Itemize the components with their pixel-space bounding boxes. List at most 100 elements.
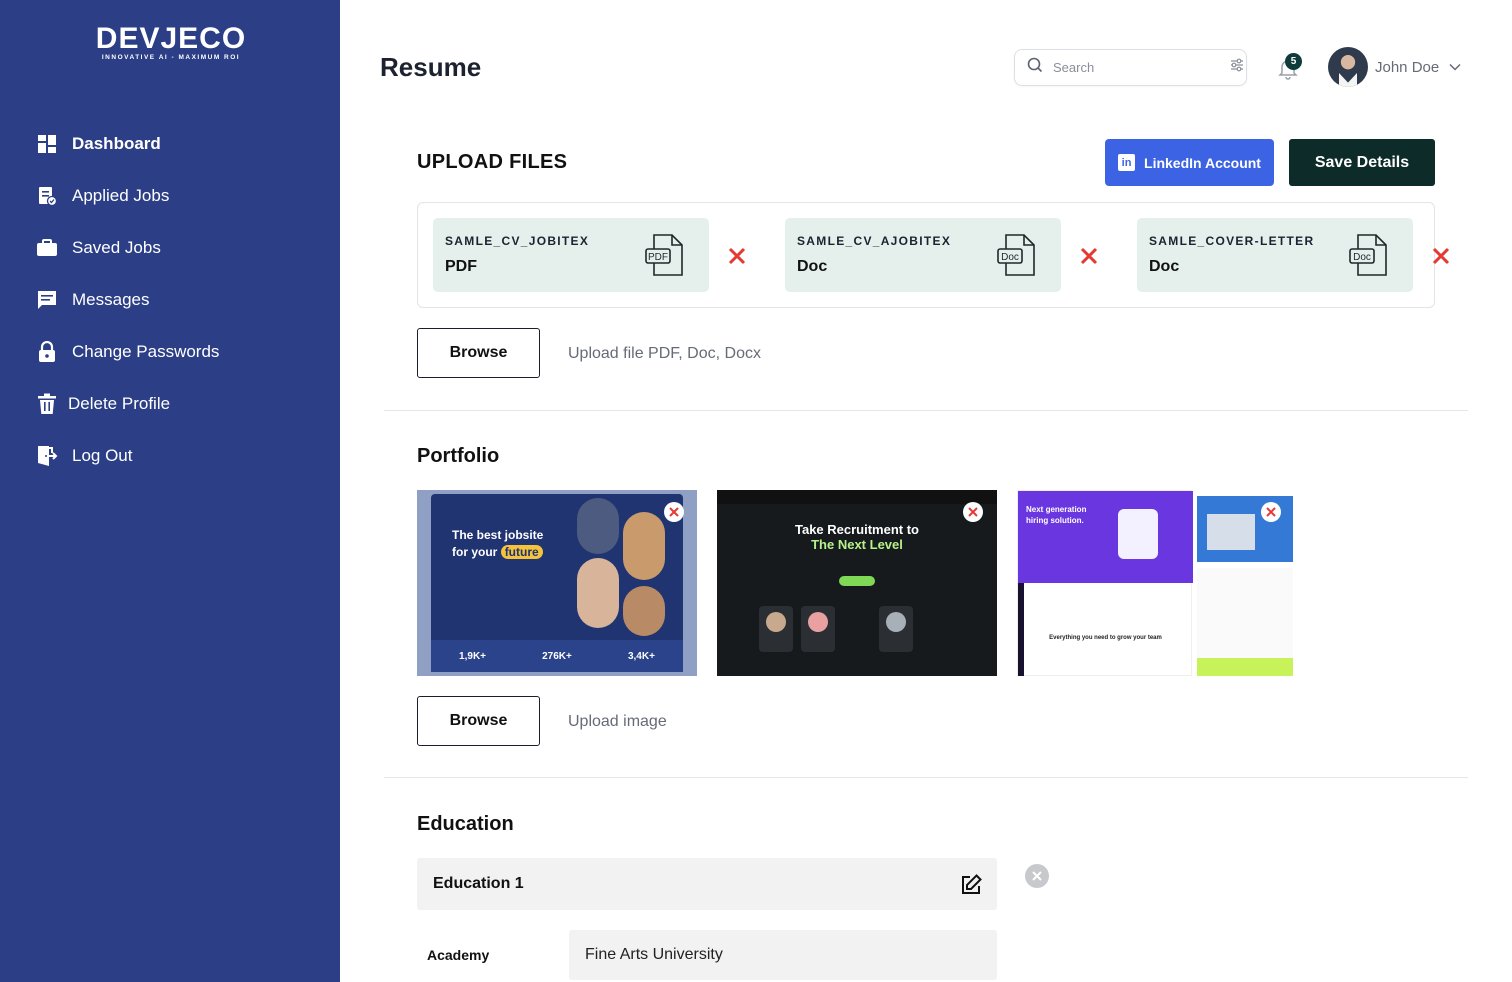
sidebar-item-dashboard[interactable]: Dashboard xyxy=(36,118,219,170)
file-type: Doc xyxy=(1149,258,1180,275)
remove-image-button[interactable] xyxy=(1261,502,1281,522)
sidebar-item-label: Change Passwords xyxy=(72,342,220,361)
search-input[interactable] xyxy=(1053,60,1229,75)
thumbnail-photo xyxy=(1207,514,1255,550)
thumbnail-headline: The best jobsite xyxy=(452,528,544,542)
briefcase-icon xyxy=(36,237,58,259)
sidebar-item-messages[interactable]: Messages xyxy=(36,274,219,326)
divider xyxy=(384,777,1468,778)
close-icon xyxy=(968,507,978,517)
linkedin-account-button[interactable]: in LinkedIn Account xyxy=(1105,139,1274,186)
academy-field[interactable] xyxy=(569,930,997,980)
file-name: SAMLE_CV_JOBITEX xyxy=(445,234,590,248)
education-entry-title: Education 1 xyxy=(433,875,524,892)
file-name: SAMLE_COVER-LETTER xyxy=(1149,234,1315,248)
browse-files-button[interactable]: Browse xyxy=(417,328,540,378)
brand-tagline: INNOVATIVE AI - MAXIMUM ROI xyxy=(101,54,241,61)
thumbnail-photo xyxy=(623,586,665,636)
linkedin-account-label: LinkedIn Account xyxy=(1144,154,1261,171)
search-icon xyxy=(1027,57,1043,78)
academy-label: Academy xyxy=(427,947,490,963)
sidebar-item-label: Messages xyxy=(72,290,150,309)
thumbnail-headline: hiring solution. xyxy=(1026,516,1084,525)
file-type: PDF xyxy=(445,258,477,275)
portfolio-thumbnail[interactable]: The best jobsite for your future 1,9K+ 2… xyxy=(417,490,697,676)
thumbnail-topbar xyxy=(717,490,997,504)
chevron-down-icon xyxy=(1449,58,1461,76)
thumbnail-photo xyxy=(577,558,619,628)
search-box[interactable] xyxy=(1014,49,1247,86)
portfolio-thumbnail[interactable]: Take Recruitment to The Next Level xyxy=(717,490,997,676)
save-details-button[interactable]: Save Details xyxy=(1289,139,1435,186)
remove-image-button[interactable] xyxy=(963,502,983,522)
svg-text:Doc: Doc xyxy=(1001,252,1019,263)
sidebar-item-saved-jobs[interactable]: Saved Jobs xyxy=(36,222,219,274)
thumbnail-preview: Next generation hiring solution. Everyth… xyxy=(1017,490,1193,676)
lock-icon xyxy=(36,341,58,363)
thumbnail-headline: The Next Level xyxy=(811,537,903,552)
remove-file-icon[interactable] xyxy=(1431,246,1451,266)
sidebar-item-label: Saved Jobs xyxy=(72,238,161,257)
file-card[interactable]: SAMLE_CV_JOBITEX PDF PDF xyxy=(433,218,709,292)
thumbnail-card xyxy=(879,606,913,652)
file-type: Doc xyxy=(797,258,828,275)
sidebar-item-delete-profile[interactable]: Delete Profile xyxy=(36,378,219,430)
browse-images-button[interactable]: Browse xyxy=(417,696,540,746)
thumbnail-edge xyxy=(1018,583,1024,676)
divider xyxy=(384,410,1468,411)
svg-text:Doc: Doc xyxy=(1353,252,1371,263)
thumbnail-photo xyxy=(577,498,619,554)
thumbnail-card xyxy=(759,606,793,652)
education-entry-header[interactable]: Education 1 xyxy=(417,858,997,910)
upload-image-hint: Upload image xyxy=(568,713,667,730)
remove-file-icon[interactable] xyxy=(1079,246,1099,266)
edit-icon[interactable] xyxy=(959,873,983,897)
file-card[interactable]: SAMLE_COVER-LETTER Doc Doc xyxy=(1137,218,1413,292)
linkedin-icon: in xyxy=(1118,154,1136,171)
thumbnail-headline: Next generation xyxy=(1026,505,1087,514)
avatar xyxy=(1328,47,1368,87)
file-card[interactable]: SAMLE_CV_AJOBITEX Doc Doc xyxy=(785,218,1061,292)
portfolio-thumbnail[interactable]: Next generation hiring solution. Everyth… xyxy=(1017,490,1293,676)
thumbnail-card xyxy=(801,606,835,652)
upload-file-hint: Upload file PDF, Doc, Docx xyxy=(568,345,761,362)
sidebar-item-label: Log Out xyxy=(72,446,133,465)
thumbnail-stats: 1,9K+ 276K+ 3,4K+ xyxy=(431,640,683,672)
logout-icon xyxy=(36,445,58,467)
thumbnail-photo xyxy=(623,512,665,580)
sidebar-item-change-passwords[interactable]: Change Passwords xyxy=(36,326,219,378)
user-name: John Doe xyxy=(1375,58,1440,76)
sidebar-item-applied-jobs[interactable]: Applied Jobs xyxy=(36,170,219,222)
thumbnail-preview: The best jobsite for your future 1,9K+ 2… xyxy=(431,494,683,672)
sidebar-item-label: Applied Jobs xyxy=(72,186,170,205)
thumbnail-preview xyxy=(1197,568,1293,658)
remove-image-button[interactable] xyxy=(664,502,684,522)
close-icon xyxy=(1266,507,1276,517)
sidebar-item-label: Delete Profile xyxy=(68,394,171,413)
user-menu[interactable]: John Doe xyxy=(1328,47,1461,87)
thumbnail-headline: Take Recruitment to xyxy=(794,522,919,537)
upload-files-title: UPLOAD FILES xyxy=(417,151,568,173)
notification-badge: 5 xyxy=(1285,53,1302,70)
trash-icon xyxy=(36,393,58,415)
sidebar: DEVJECO INNOVATIVE AI - MAXIMUM ROI Dash… xyxy=(0,0,340,982)
sidebar-item-label: Dashboard xyxy=(72,134,161,153)
close-icon xyxy=(669,507,679,517)
brand-logo[interactable]: DEVJECO INNOVATIVE AI - MAXIMUM ROI xyxy=(86,24,256,62)
thumbnail-subtitle: Everything you need to grow your team xyxy=(1049,635,1162,641)
svg-text:PDF: PDF xyxy=(648,252,668,263)
thumbnail-card xyxy=(1118,509,1158,559)
thumbnail-cta xyxy=(839,576,875,586)
message-icon xyxy=(36,289,58,311)
close-icon xyxy=(1032,871,1042,881)
pdf-file-icon: PDF xyxy=(645,234,683,276)
doc-file-icon: Doc xyxy=(1349,234,1387,276)
doc-file-icon: Doc xyxy=(997,234,1035,276)
remove-file-icon[interactable] xyxy=(727,246,747,266)
sidebar-item-log-out[interactable]: Log Out xyxy=(36,430,219,482)
filter-icon[interactable] xyxy=(1229,57,1245,78)
remove-education-button[interactable] xyxy=(1025,864,1049,888)
file-name: SAMLE_CV_AJOBITEX xyxy=(797,234,952,248)
page-title: Resume xyxy=(380,52,482,82)
portfolio-title: Portfolio xyxy=(417,445,500,467)
